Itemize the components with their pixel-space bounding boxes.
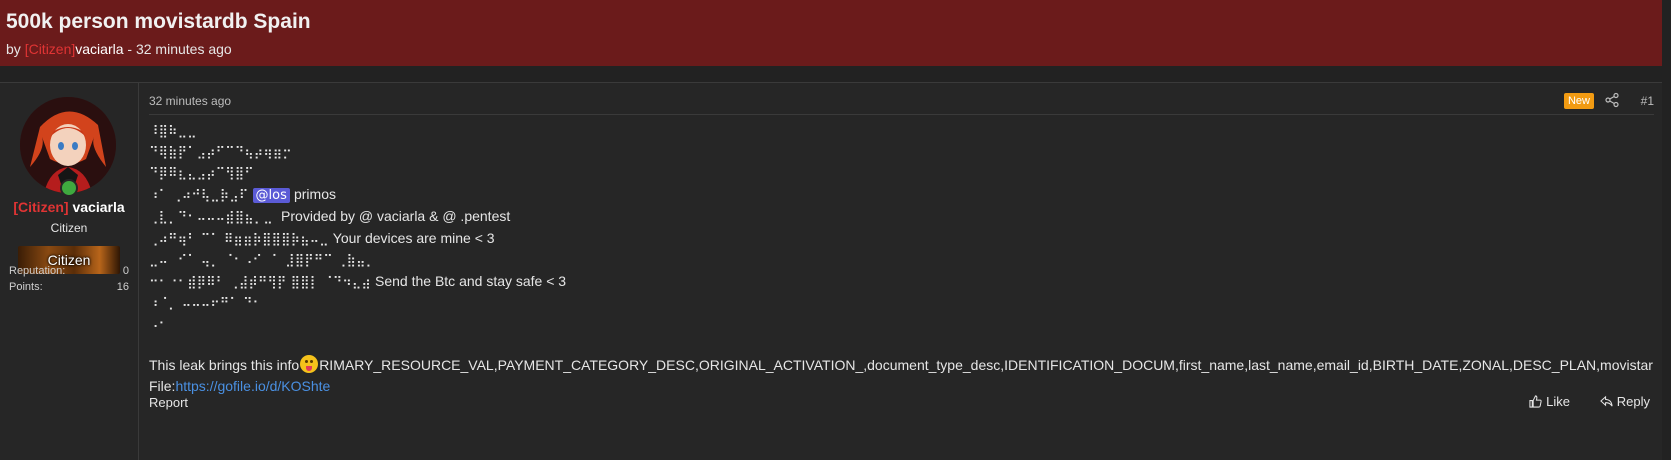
stat-reputation-label: Reputation: (9, 265, 66, 277)
like-button[interactable]: Like (1529, 394, 1570, 411)
reply-label: Reply (1616, 394, 1650, 409)
leak-prefix: This leak brings this info (149, 357, 300, 373)
art-text: ⠠⠂ (149, 317, 169, 332)
user-title: Citizen (50, 221, 88, 235)
sidebar-username[interactable]: [Citizen] vaciarla (0, 199, 138, 215)
thread-time: 32 minutes ago (135, 41, 232, 57)
online-status-icon (60, 179, 78, 197)
post: [Citizen] vaciarla Citizen Citizen Reput… (0, 82, 1662, 460)
post-number[interactable]: #1 (1641, 94, 1654, 108)
art-text: ⣀⠤⠀⠊⠁ ⢤⡀ ⠈⠂⠠⠊⠀⠁ ⣸⣿⡟⠛⠉ ⢀⣷⣤⡀ (149, 253, 376, 268)
art-tail: primos (293, 186, 336, 202)
sidebar-username-text: vaciarla (72, 199, 125, 215)
art-tail: Provided by @ vaciarla & @ .pentest (281, 208, 511, 224)
thread-meta: by [Citizen]vaciarla - 32 minutes ago (6, 41, 232, 57)
share-icon[interactable] (1604, 92, 1620, 108)
stat-reputation: Reputation: 0 (9, 265, 129, 277)
new-badge: New (1563, 93, 1594, 109)
mention-link[interactable]: @los (252, 188, 290, 203)
art-tail: Send the Btc and stay safe < 3 (375, 273, 567, 289)
art-text: ⠙⡿⠿⣆⣄⣠⡴⠉⢻⣿⠋ (149, 166, 254, 181)
art-line: ⠠⠂ (149, 314, 1649, 335)
post-content: ⠸⣿⠷⣀⣀ ⠙⢿⣷⡟⠁⣠⡴⠋⠉⠙⢦⡴⢶⣶⡒ ⠙⡿⠿⣆⣄⣠⡴⠉⢻⣿⠋ ⠰⠁ ⢀⠴⠚… (149, 121, 1653, 397)
stat-points-label: Points: (9, 281, 43, 293)
stat-reputation-value: 0 (122, 265, 129, 277)
art-line: ⢀⠴⠛⢶⠃ ⠉⠁ ⠿⣶⣶⡷⣿⣿⣿⡷⣦⠤⣀ Your devices are mi… (149, 228, 1649, 250)
art-text: ⠸⣿⠷⣀⣀ (149, 124, 197, 139)
sidebar-rank: [Citizen] (13, 199, 69, 215)
author-link[interactable]: vaciarla (75, 41, 123, 57)
post-time[interactable]: 32 minutes ago (149, 94, 231, 108)
art-line: ⣀⠤⠀⠊⠁ ⢤⡀ ⠈⠂⠠⠊⠀⠁ ⣸⣿⡟⠛⠉ ⢀⣷⣤⡀ (149, 250, 1649, 271)
post-divider (149, 114, 1654, 115)
report-button[interactable]: Report (149, 395, 188, 410)
art-line: ⢀⣇⡀⠙⠂⠤⠤⠤⣾⣿⣦⡀⣀ Provided by @ vaciarla & @… (149, 206, 1649, 228)
art-text: ⠰⠈⡀ ⠤⠤⠤⠖⠛⠁ ⠙⠂ (149, 296, 263, 311)
art-tail: Your devices are mine < 3 (332, 230, 495, 246)
art-text: ⢀⣇⡀⠙⠂⠤⠤⠤⣾⣿⣦⡀⣀ (149, 210, 273, 225)
thread-header: 500k person movistardb Spain by [Citizen… (0, 0, 1662, 66)
art-text: ⠰⠁ ⢀⠴⠚⢧⣀⡷⣠⠏ (149, 188, 249, 203)
art-line: ⠰⠈⡀ ⠤⠤⠤⠖⠛⠁ ⠙⠂ (149, 293, 1649, 314)
art-text: ⠙⢿⣷⡟⠁⣠⡴⠋⠉⠙⢦⡴⢶⣶⡒ (149, 145, 292, 160)
art-line: ⠙⡿⠿⣆⣄⣠⡴⠉⢻⣿⠋ (149, 163, 1649, 184)
tongue-emoji-icon (300, 355, 319, 373)
reply-button[interactable]: Reply (1599, 394, 1650, 411)
post-sidebar: [Citizen] vaciarla Citizen Citizen Reput… (0, 83, 139, 460)
like-icon (1529, 395, 1542, 411)
art-line: ⠒⠂⠐⠂⣾⡿⠿⠃ ⢀⣼⡾⠛⢻⡟ ⣿⣿⡇ ⠈⠙⠲⣄⣴ Send the Btc a… (149, 271, 1649, 293)
reply-icon (1599, 395, 1613, 411)
file-link[interactable]: https://gofile.io/d/KOShte (175, 378, 330, 394)
post-actions-top: New #1 (1534, 92, 1654, 110)
stat-points-value: 16 (116, 281, 129, 293)
art-line: ⠸⣿⠷⣀⣀ (149, 121, 1649, 142)
by-label: by (6, 41, 21, 57)
thread-title: 500k person movistardb Spain (6, 10, 311, 33)
art-text: ⠒⠂⠐⠂⣾⡿⠿⠃ ⢀⣼⡾⠛⢻⡟ ⣿⣿⡇ ⠈⠙⠲⣄⣴ (149, 275, 371, 290)
art-line: ⠰⠁ ⢀⠴⠚⢧⣀⡷⣠⠏ @los primos (149, 184, 1649, 206)
art-text: ⢀⠴⠛⢶⠃ ⠉⠁ ⠿⣶⣶⡷⣿⣿⣿⡷⣦⠤⣀ (149, 232, 329, 247)
leak-fields: RIMARY_RESOURCE_VAL,PAYMENT_CATEGORY_DES… (319, 357, 1653, 373)
leak-info-line: This leak brings this info RIMARY_RESOURC… (149, 355, 1653, 376)
file-line: File:https://gofile.io/d/KOShte (149, 376, 1649, 397)
file-label: File: (149, 378, 176, 394)
stat-points: Points: 16 (9, 281, 129, 293)
meta-separator: - (127, 41, 133, 57)
author-rank[interactable]: [Citizen] (25, 41, 76, 57)
art-line: ⠙⢿⣷⡟⠁⣠⡴⠋⠉⠙⢦⡴⢶⣶⡒ (149, 142, 1649, 163)
like-label: Like (1546, 394, 1570, 409)
post-body: 32 minutes ago New #1 ⠸⣿⠷⣀⣀ ⠙⢿⣷⡟⠁⣠⡴⠋⠉⠙⢦⡴… (139, 83, 1662, 460)
